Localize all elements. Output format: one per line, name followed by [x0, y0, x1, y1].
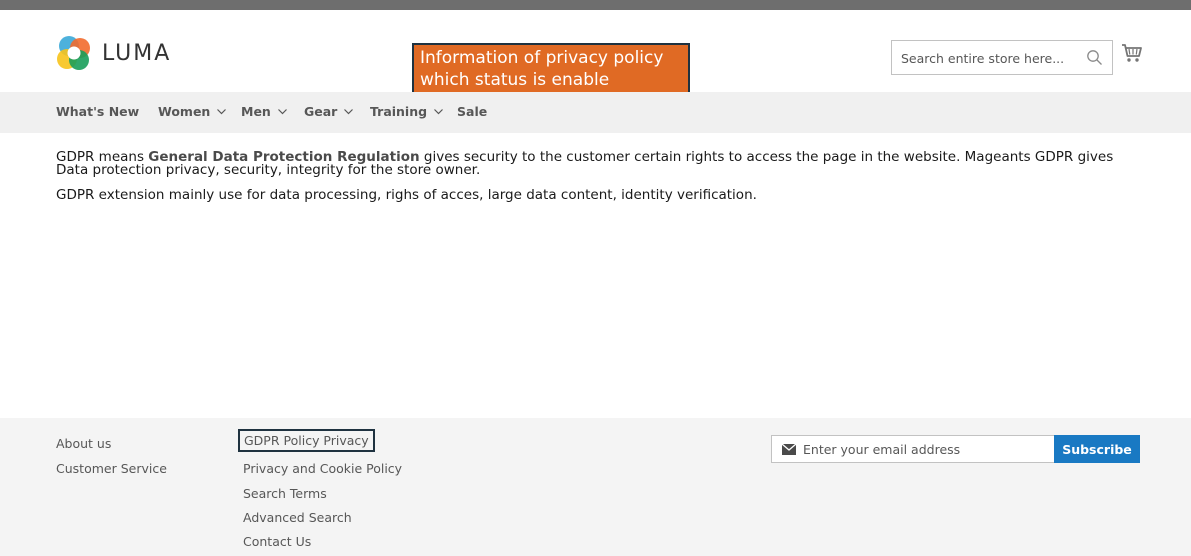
nav-label: What's New: [56, 104, 140, 119]
footer-link-advanced-search[interactable]: Advanced Search: [243, 510, 352, 525]
nav-label: Sale: [457, 104, 488, 119]
footer-link-about-us[interactable]: About us: [56, 436, 111, 451]
content-paragraph-2: GDPR extension mainly use for data proce…: [56, 187, 757, 203]
search-box: [891, 40, 1113, 75]
content-paragraph-1: GDPR means General Data Protection Regul…: [56, 150, 1146, 177]
footer-link-privacy-cookie-policy[interactable]: Privacy and Cookie Policy: [243, 461, 402, 476]
privacy-policy-content: GDPR means General Data Protection Regul…: [56, 150, 1146, 203]
brand-name: LUMA: [102, 40, 172, 66]
annotation-line-2: which status is enable: [420, 70, 610, 90]
luma-logo-icon: [57, 36, 90, 70]
nav-item-training[interactable]: Training: [370, 104, 444, 119]
newsletter-email-input[interactable]: [803, 441, 1043, 458]
chevron-down-icon: [434, 109, 444, 115]
chevron-down-icon: [277, 109, 287, 115]
annotation-callout: Information of privacy policy which stat…: [412, 43, 690, 96]
footer-link-gdpr-policy-privacy[interactable]: GDPR Policy Privacy: [238, 429, 375, 452]
search-icon[interactable]: [1086, 49, 1103, 66]
chevron-down-icon: [217, 109, 227, 115]
site-footer: About us Customer Service GDPR Policy Pr…: [0, 418, 1191, 556]
nav-label: Training: [370, 104, 428, 119]
nav-item-sale[interactable]: Sale: [457, 104, 487, 119]
mail-icon: [782, 444, 796, 455]
subscribe-button[interactable]: Subscribe: [1054, 435, 1140, 463]
nav-item-gear[interactable]: Gear: [304, 104, 354, 119]
top-bar: [0, 0, 1191, 10]
footer-link-contact-us[interactable]: Contact Us: [243, 534, 311, 549]
nav-item-whats-new[interactable]: What's New: [56, 104, 139, 119]
chevron-down-icon: [344, 109, 354, 115]
nav-label: Men: [241, 104, 271, 119]
annotation-line-1: Information of privacy policy: [420, 48, 664, 68]
cart-icon[interactable]: [1121, 42, 1143, 64]
footer-link-customer-service[interactable]: Customer Service: [56, 461, 167, 476]
nav-label: Women: [158, 104, 211, 119]
nav-item-men[interactable]: Men: [241, 104, 288, 119]
nav-item-women[interactable]: Women: [158, 104, 227, 119]
newsletter-box: [771, 435, 1055, 463]
search-input[interactable]: [901, 49, 1071, 67]
main-nav: What's New Women Men Gear Training Sale: [0, 92, 1191, 133]
nav-label: Gear: [304, 104, 338, 119]
footer-link-search-terms[interactable]: Search Terms: [243, 486, 327, 501]
logo-link[interactable]: LUMA: [56, 35, 171, 71]
site-header: LUMA Information of privacy policy which…: [0, 10, 1191, 96]
